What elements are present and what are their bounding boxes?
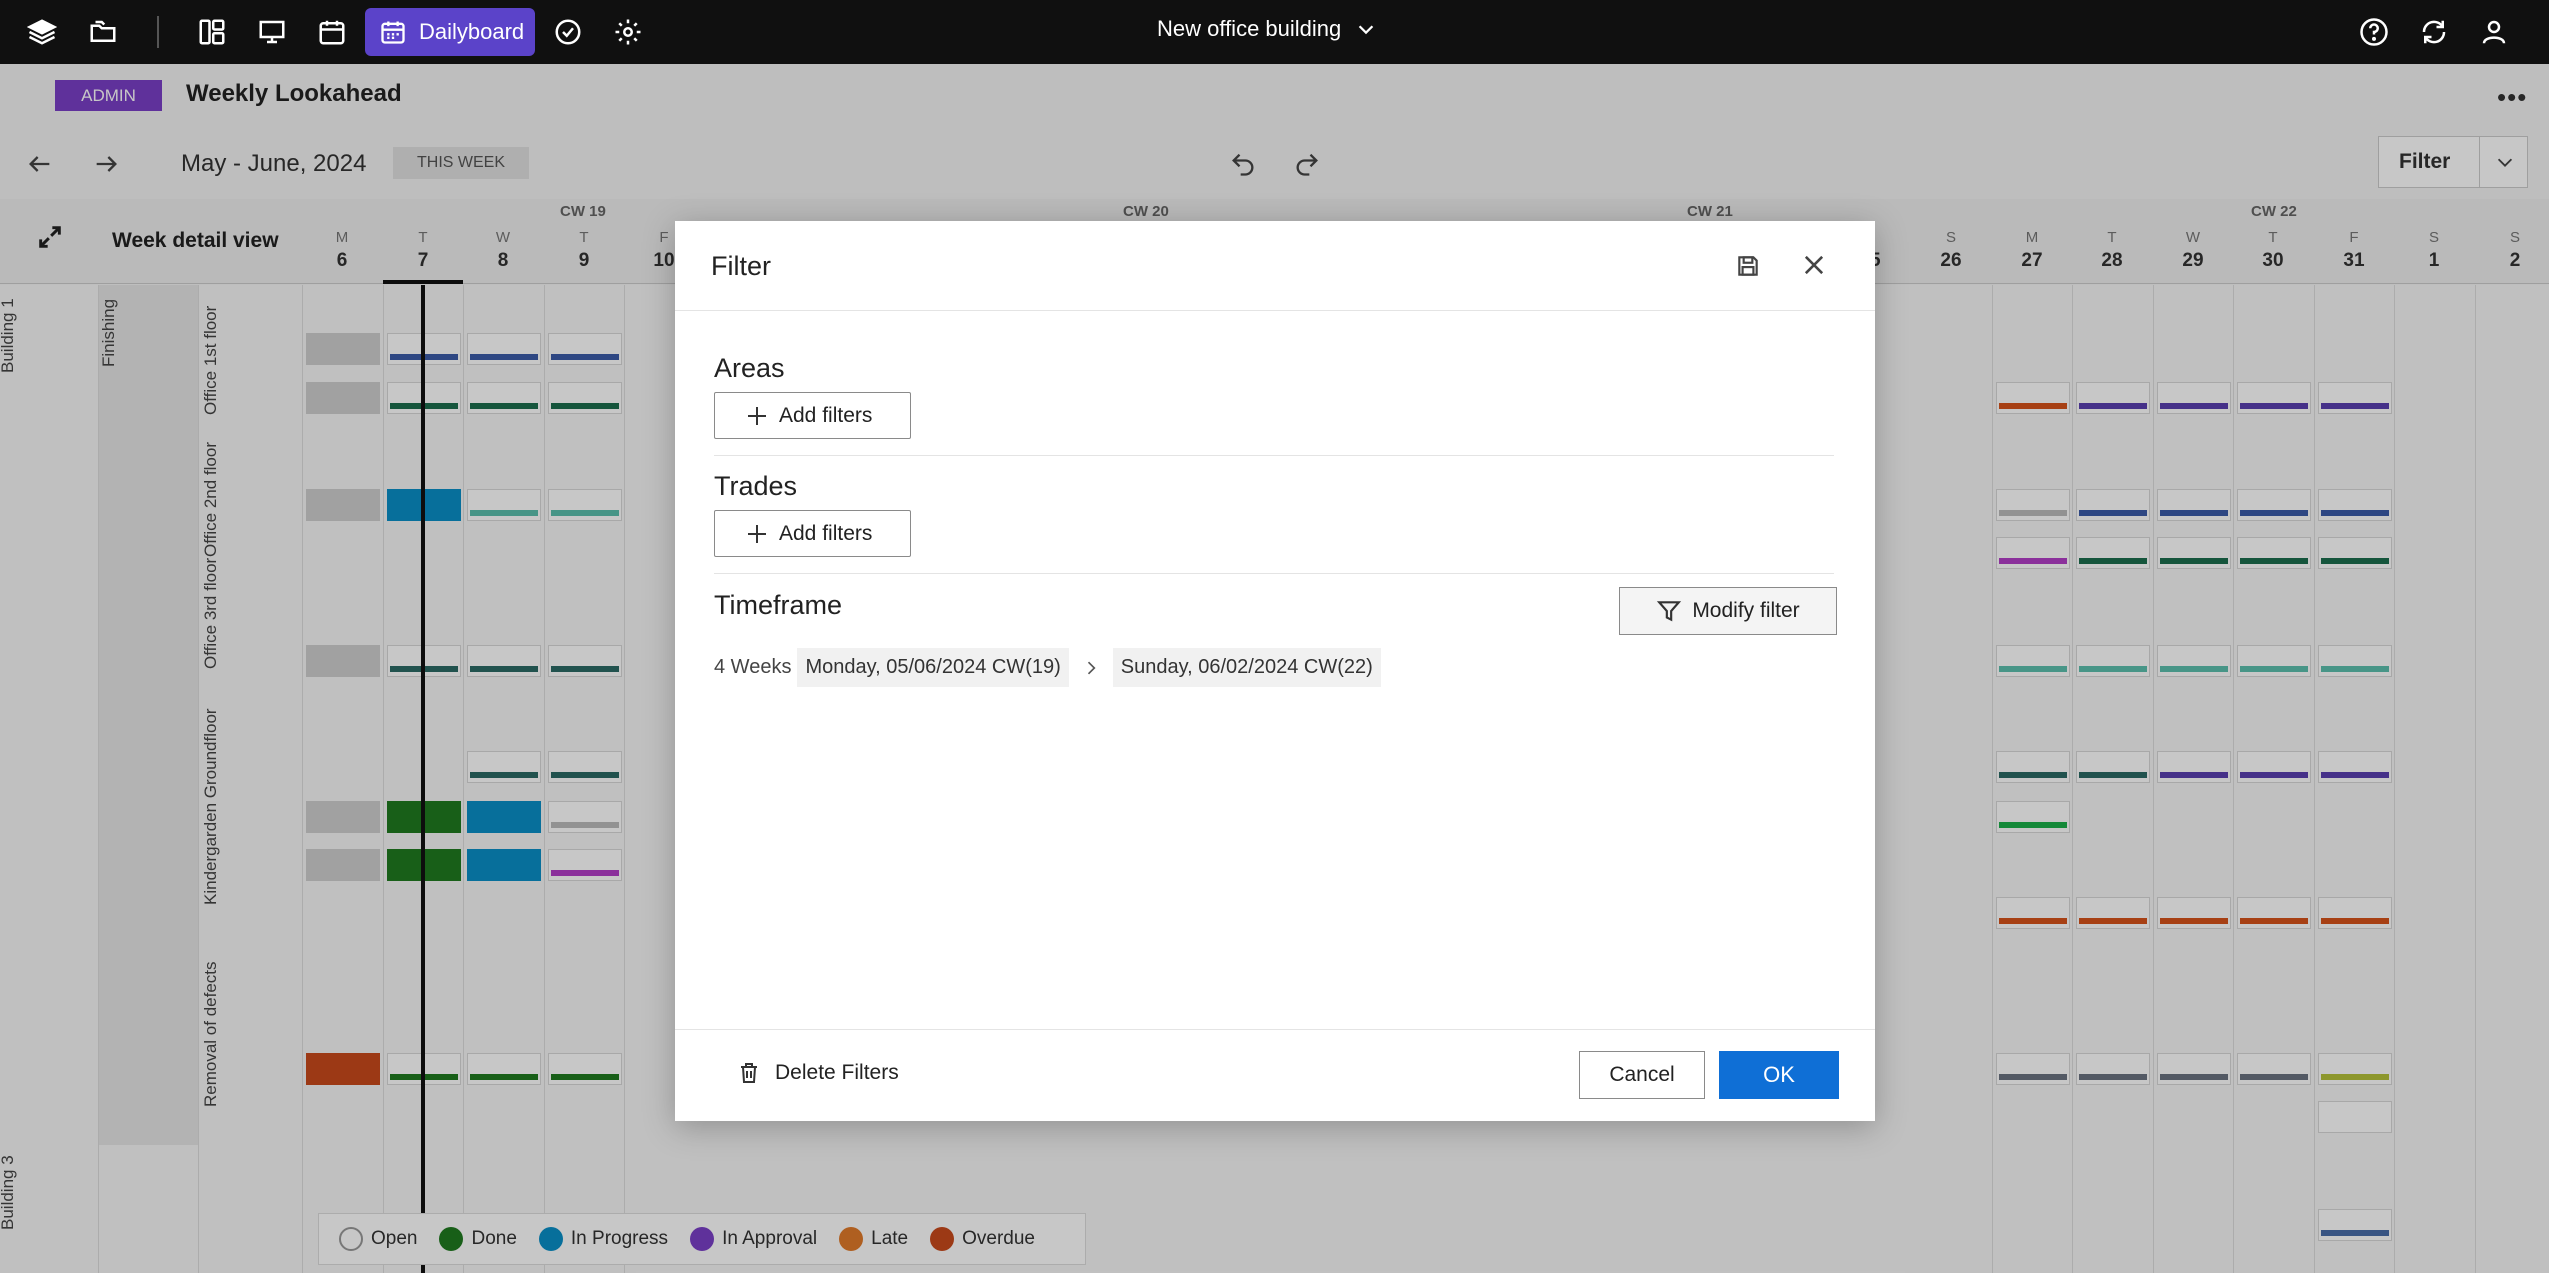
- timeframe-title: Timeframe: [714, 590, 843, 620]
- help-icon[interactable]: [2356, 14, 2392, 50]
- chevron-down-icon: [1359, 25, 1374, 35]
- board-layout-icon[interactable]: [194, 14, 230, 50]
- cancel-button[interactable]: Cancel: [1579, 1051, 1705, 1099]
- funnel-icon: [1657, 601, 1682, 622]
- timeframe-end: Sunday, 06/02/2024 CW(22): [1112, 648, 1381, 687]
- ok-button[interactable]: OK: [1719, 1051, 1839, 1099]
- project-name: New office building: [1157, 16, 1342, 41]
- add-area-filters-button[interactable]: Add filters: [714, 392, 911, 439]
- timeframe-start: Monday, 05/06/2024 CW(19): [797, 648, 1069, 687]
- add-trade-filters-button[interactable]: Add filters: [714, 510, 911, 557]
- project-selector[interactable]: New office building: [1157, 16, 1377, 42]
- filter-dialog: Filter Areas Add filters Trades Add filt…: [675, 221, 1875, 1121]
- calendar-grid-icon: [381, 21, 405, 44]
- timeframe-range: 4 Weeks Monday, 05/06/2024 CW(19) Sunday…: [714, 648, 1381, 687]
- modify-filter-button[interactable]: Modify filter: [1619, 587, 1837, 635]
- calendar-icon[interactable]: [314, 14, 350, 50]
- dailyboard-tab[interactable]: Dailyboard: [365, 8, 535, 56]
- dailyboard-label: Dailyboard: [419, 19, 525, 44]
- trades-title: Trades: [714, 471, 798, 501]
- trash-icon: [741, 1063, 757, 1083]
- check-circle-icon[interactable]: [550, 14, 586, 50]
- folders-icon[interactable]: [85, 14, 121, 50]
- timeframe-weeks: 4 Weeks: [714, 656, 792, 678]
- dialog-title: Filter: [711, 251, 771, 281]
- save-icon[interactable]: [1735, 253, 1765, 283]
- chevron-right-icon: [1087, 661, 1096, 674]
- layers-icon[interactable]: [24, 14, 60, 50]
- plus-icon: [748, 524, 766, 543]
- delete-filters-button[interactable]: Delete Filters: [737, 1061, 899, 1085]
- toolbar-divider: [157, 16, 159, 48]
- settings-gear-icon[interactable]: [610, 14, 646, 50]
- plus-icon: [748, 406, 766, 425]
- close-icon[interactable]: [1800, 251, 1834, 285]
- top-bar: Dailyboard New office building: [0, 0, 2549, 64]
- refresh-icon[interactable]: [2416, 14, 2452, 50]
- presentation-icon[interactable]: [254, 14, 290, 50]
- user-profile-icon[interactable]: [2476, 14, 2512, 50]
- areas-title: Areas: [714, 353, 785, 383]
